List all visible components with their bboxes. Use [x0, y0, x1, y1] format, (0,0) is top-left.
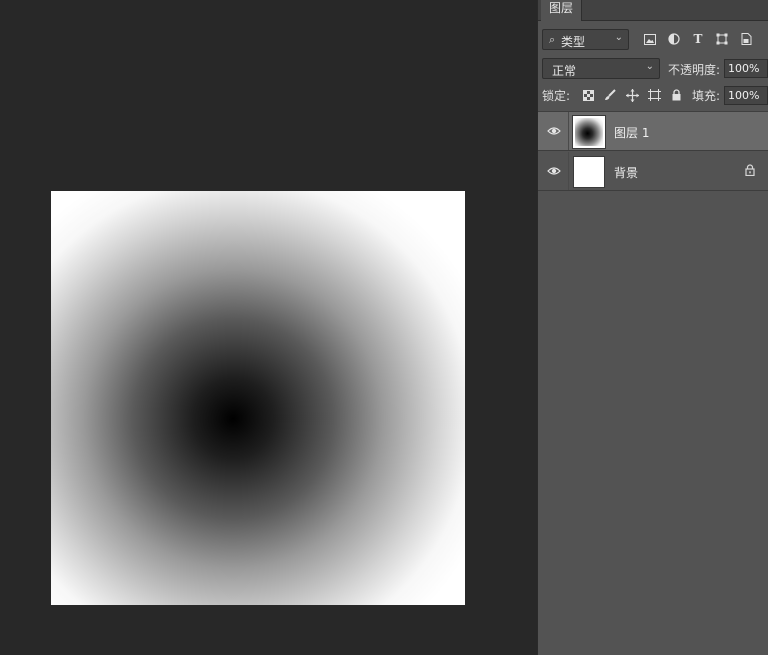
- lock-image-icon[interactable]: [602, 86, 618, 104]
- layer-thumbnail[interactable]: [573, 156, 605, 188]
- lock-artboard-icon[interactable]: [646, 86, 662, 104]
- blend-mode-label: 正常: [552, 64, 577, 78]
- layer-name[interactable]: 图层 1: [614, 124, 649, 141]
- document-canvas[interactable]: [51, 191, 465, 605]
- adjustment-filter-icon[interactable]: [666, 31, 682, 47]
- type-filter-icon[interactable]: T: [690, 31, 706, 47]
- filter-kind-select[interactable]: ⌕ 类型 ⌄: [542, 29, 629, 50]
- column-separator: [568, 152, 569, 190]
- filter-kind-label: 类型: [561, 35, 586, 49]
- shape-filter-icon[interactable]: [714, 31, 730, 47]
- chevron-down-icon: ⌄: [614, 32, 623, 43]
- filter-icon-group: T: [642, 31, 754, 47]
- blend-mode-select[interactable]: 正常 ⌄: [542, 58, 660, 79]
- column-separator: [568, 112, 569, 150]
- document-workspace[interactable]: [0, 0, 537, 655]
- lock-position-icon[interactable]: [624, 86, 640, 104]
- lock-transparent-icon[interactable]: [580, 86, 596, 104]
- layer-name[interactable]: 背景: [614, 164, 638, 181]
- chevron-down-icon: ⌄: [645, 61, 654, 72]
- layer-row-background[interactable]: 背景: [538, 152, 768, 191]
- filter-row: ⌕ 类型 ⌄ T: [542, 29, 768, 51]
- fill-label: 填充:: [692, 89, 721, 103]
- lock-icon-group: [580, 86, 684, 104]
- smart-object-filter-icon[interactable]: [738, 31, 754, 47]
- layer-row-layer1[interactable]: 图层 1: [538, 112, 768, 151]
- layers-panel: 图层 ⌕ 类型 ⌄ T 正常 ⌄ 不透明度: 100% 锁定: 填充: 100%…: [537, 0, 768, 655]
- image-filter-icon[interactable]: [642, 31, 658, 47]
- visibility-eye-icon[interactable]: [546, 123, 562, 139]
- fill-input[interactable]: 100%: [724, 86, 768, 105]
- opacity-label: 不透明度:: [668, 63, 721, 77]
- opacity-input[interactable]: 100%: [724, 59, 768, 78]
- lock-icon[interactable]: [745, 164, 755, 176]
- layer-thumbnail[interactable]: [572, 115, 606, 149]
- blend-row: 正常 ⌄ 不透明度: 100%: [542, 58, 768, 80]
- lock-label: 锁定:: [542, 89, 571, 103]
- search-icon: ⌕: [549, 33, 556, 46]
- lock-row: 锁定: 填充: 100%: [542, 86, 768, 106]
- visibility-eye-icon[interactable]: [546, 163, 562, 179]
- lock-all-icon[interactable]: [668, 86, 684, 104]
- panel-tab-bar: 图层: [538, 0, 768, 21]
- tab-layers[interactable]: 图层: [541, 0, 583, 21]
